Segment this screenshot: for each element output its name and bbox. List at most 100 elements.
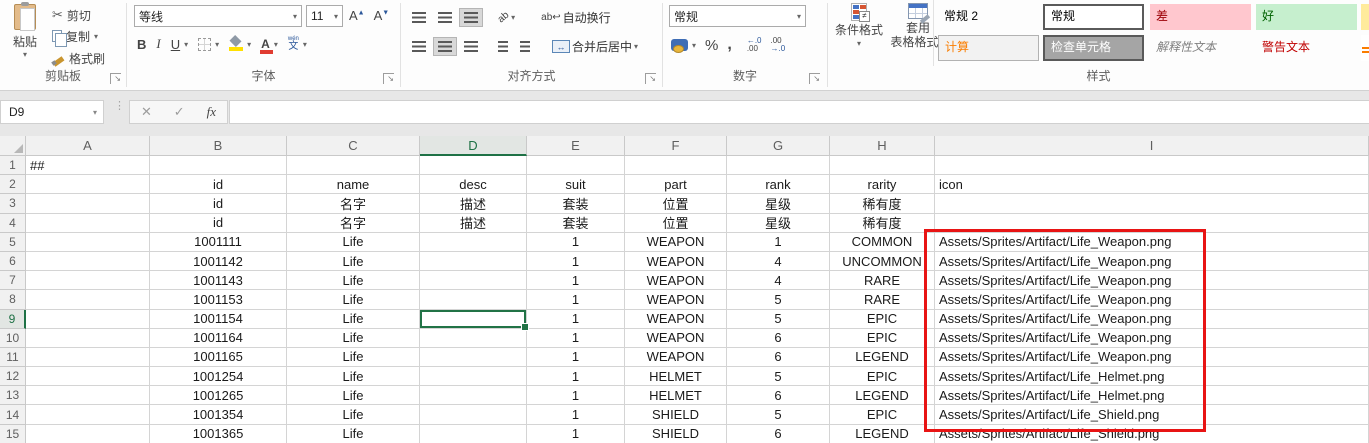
cell-H13[interactable]: LEGEND	[830, 386, 935, 405]
cell-G15[interactable]: 6	[727, 425, 830, 443]
cell-D8[interactable]	[420, 290, 527, 309]
cell-D1[interactable]	[420, 156, 527, 175]
borders-dropdown[interactable]: ▾	[215, 40, 219, 49]
cell-H5[interactable]: COMMON	[830, 233, 935, 252]
cell-D3[interactable]: 描述	[420, 194, 527, 213]
cell-C15[interactable]: Life	[287, 425, 420, 443]
underline-dropdown[interactable]: ▾	[184, 40, 188, 49]
cell-style-neutral-partial[interactable]	[1361, 4, 1369, 30]
increase-indent-button[interactable]	[515, 37, 535, 56]
cell-E10[interactable]: 1	[527, 329, 625, 348]
increase-font-size-button[interactable]: A▲	[349, 8, 365, 23]
row-header-8[interactable]: 8	[0, 290, 26, 309]
cell-G1[interactable]	[727, 156, 830, 175]
cell-F15[interactable]: SHIELD	[625, 425, 727, 443]
cell-B10[interactable]: 1001164	[150, 329, 287, 348]
cell-style-explanatory[interactable]: 解释性文本	[1150, 35, 1251, 61]
cell-C4[interactable]: 名字	[287, 214, 420, 233]
cell-B12[interactable]: 1001254	[150, 367, 287, 386]
cell-G10[interactable]: 6	[727, 329, 830, 348]
cell-D5[interactable]	[420, 233, 527, 252]
cell-D14[interactable]	[420, 405, 527, 424]
align-middle-button[interactable]	[433, 8, 457, 27]
cell-I3[interactable]	[935, 194, 1369, 213]
cell-A1[interactable]: ##	[26, 156, 150, 175]
cell-C12[interactable]: Life	[287, 367, 420, 386]
cell-D4[interactable]: 描述	[420, 214, 527, 233]
cell-E9[interactable]: 1	[527, 310, 625, 329]
cell-A4[interactable]	[26, 214, 150, 233]
increase-decimal-button[interactable]: ←.0 .00	[747, 37, 762, 53]
cell-D2[interactable]: desc	[420, 175, 527, 194]
cell-G13[interactable]: 6	[727, 386, 830, 405]
align-left-button[interactable]	[407, 37, 431, 56]
cell-B5[interactable]: 1001111	[150, 233, 287, 252]
cell-A3[interactable]	[26, 194, 150, 213]
cell-style-check-cell[interactable]: 检查单元格	[1043, 35, 1144, 61]
font-color-dropdown[interactable]: ▾	[274, 40, 278, 49]
cell-H3[interactable]: 稀有度	[830, 194, 935, 213]
cell-C5[interactable]: Life	[287, 233, 420, 252]
decrease-font-size-button[interactable]: A▼	[374, 8, 390, 23]
number-format-combobox[interactable]: 常规 ▾	[669, 5, 806, 27]
cell-F2[interactable]: part	[625, 175, 727, 194]
cell-F10[interactable]: WEAPON	[625, 329, 727, 348]
cell-H2[interactable]: rarity	[830, 175, 935, 194]
cell-C9[interactable]: Life	[287, 310, 420, 329]
cell-C7[interactable]: Life	[287, 271, 420, 290]
row-header-12[interactable]: 12	[0, 367, 26, 386]
row-header-13[interactable]: 13	[0, 386, 26, 405]
cell-H11[interactable]: LEGEND	[830, 348, 935, 367]
cancel-button[interactable]: ✕	[141, 104, 152, 120]
cell-E4[interactable]: 套装	[527, 214, 625, 233]
cell-B9[interactable]: 1001154	[150, 310, 287, 329]
cell-F4[interactable]: 位置	[625, 214, 727, 233]
cell-D9[interactable]	[420, 310, 527, 329]
row-header-2[interactable]: 2	[0, 175, 26, 194]
font-size-combobox[interactable]: 11 ▾	[306, 5, 343, 27]
cell-style-good[interactable]: 好	[1256, 4, 1357, 30]
cell-B2[interactable]: id	[150, 175, 287, 194]
cell-style-warning[interactable]: 警告文本	[1256, 35, 1357, 61]
cell-A12[interactable]	[26, 367, 150, 386]
cell-G11[interactable]: 6	[727, 348, 830, 367]
cell-B8[interactable]: 1001153	[150, 290, 287, 309]
cell-A15[interactable]	[26, 425, 150, 443]
cell-H7[interactable]: RARE	[830, 271, 935, 290]
cell-F1[interactable]	[625, 156, 727, 175]
cell-E2[interactable]: suit	[527, 175, 625, 194]
select-all-corner[interactable]	[0, 136, 26, 156]
cell-D15[interactable]	[420, 425, 527, 443]
column-header-H[interactable]: H	[830, 136, 935, 156]
row-header-6[interactable]: 6	[0, 252, 26, 271]
fill-color-button[interactable]	[229, 37, 243, 51]
red-annotation-rectangle[interactable]	[924, 229, 1206, 432]
cell-G5[interactable]: 1	[727, 233, 830, 252]
cell-E8[interactable]: 1	[527, 290, 625, 309]
row-header-1[interactable]: 1	[0, 156, 26, 175]
align-bottom-button[interactable]	[459, 8, 483, 27]
cell-G6[interactable]: 4	[727, 252, 830, 271]
cell-H4[interactable]: 稀有度	[830, 214, 935, 233]
cell-F12[interactable]: HELMET	[625, 367, 727, 386]
decrease-decimal-button[interactable]: .00 →.0	[770, 37, 785, 53]
bold-button[interactable]: B	[137, 37, 146, 52]
cell-H10[interactable]: EPIC	[830, 329, 935, 348]
cell-C10[interactable]: Life	[287, 329, 420, 348]
cell-H15[interactable]: LEGEND	[830, 425, 935, 443]
cell-C1[interactable]	[287, 156, 420, 175]
cell-G8[interactable]: 5	[727, 290, 830, 309]
cell-A13[interactable]	[26, 386, 150, 405]
cell-E11[interactable]: 1	[527, 348, 625, 367]
cell-A9[interactable]	[26, 310, 150, 329]
cell-E1[interactable]	[527, 156, 625, 175]
formula-input[interactable]	[229, 100, 1369, 124]
cell-E7[interactable]: 1	[527, 271, 625, 290]
font-name-combobox[interactable]: 等线 ▾	[134, 5, 302, 27]
cell-A14[interactable]	[26, 405, 150, 424]
row-header-3[interactable]: 3	[0, 194, 26, 213]
cell-D11[interactable]	[420, 348, 527, 367]
column-header-D[interactable]: D	[420, 136, 527, 156]
row-header-14[interactable]: 14	[0, 405, 26, 424]
insert-function-button[interactable]: fx	[207, 104, 216, 120]
